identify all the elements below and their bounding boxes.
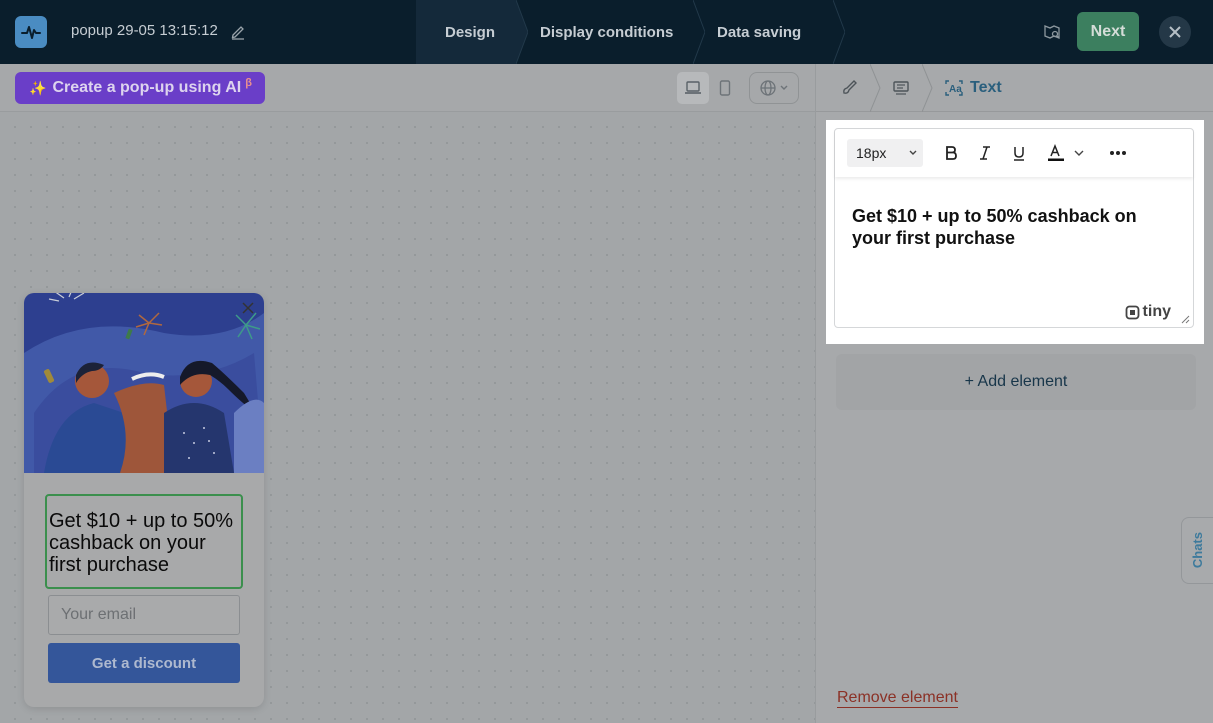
beta-badge: β xyxy=(245,77,252,89)
popup-title: popup 29-05 13:15:12 xyxy=(71,22,218,39)
text-icon: Aa xyxy=(945,80,963,96)
tab-design-label: Design xyxy=(445,23,496,41)
tab-data-saving-label: Data saving xyxy=(717,23,802,41)
tiny-logo[interactable]: tiny xyxy=(1125,303,1171,321)
svg-text:Aa: Aa xyxy=(949,84,962,95)
pencil-icon[interactable] xyxy=(230,24,246,40)
breadcrumb: Aa Text xyxy=(816,64,1213,112)
chats-label: Chats xyxy=(1190,532,1205,569)
mobile-icon[interactable] xyxy=(709,72,741,104)
brush-icon[interactable] xyxy=(840,64,858,112)
form-icon[interactable] xyxy=(892,64,910,112)
get-discount-button[interactable]: Get a discount xyxy=(48,643,240,683)
tiny-brand-label: tiny xyxy=(1142,303,1171,320)
font-size-select[interactable]: 18px xyxy=(847,139,923,167)
remove-element-link[interactable]: Remove element xyxy=(837,688,958,708)
tiny-icon xyxy=(1125,305,1139,319)
more-icon[interactable] xyxy=(1105,141,1131,165)
chats-tab[interactable]: Chats xyxy=(1181,517,1213,584)
sparkle-icon: ✨ xyxy=(29,79,47,96)
resize-icon[interactable] xyxy=(1181,315,1190,324)
language-select[interactable] xyxy=(749,72,799,104)
chevron-down-icon xyxy=(1074,150,1084,156)
italic-icon[interactable] xyxy=(973,141,997,165)
tab-design[interactable]: Design xyxy=(416,0,528,64)
editor-content[interactable]: Get $10 + up to 50% cashback on your fir… xyxy=(852,205,1172,249)
pulse-logo-icon[interactable] xyxy=(15,16,47,48)
breadcrumb-text[interactable]: Aa Text xyxy=(944,64,1002,112)
celebration-illustration xyxy=(24,293,264,473)
chevron-down-icon xyxy=(909,150,917,155)
preview-icon[interactable] xyxy=(1043,23,1061,41)
canvas-toolbar: ✨ Create a pop-up using AI β xyxy=(0,64,815,112)
tab-display-conditions-label: Display conditions xyxy=(540,23,674,41)
bold-icon[interactable] xyxy=(939,141,963,165)
email-field[interactable]: Your email xyxy=(48,595,240,635)
ai-button-label: Create a pop-up using AI xyxy=(52,79,242,96)
device-toggle xyxy=(677,72,743,104)
create-popup-ai-button[interactable]: ✨ Create a pop-up using AI β xyxy=(15,72,265,104)
text-color-icon[interactable] xyxy=(1043,141,1089,165)
font-size-value: 18px xyxy=(856,145,887,161)
next-button[interactable]: Next xyxy=(1077,12,1139,51)
design-canvas: ✨ Create a pop-up using AI β Get $10 + u… xyxy=(0,64,815,723)
top-bar: popup 29-05 13:15:12 Design Display cond… xyxy=(0,0,1213,64)
tab-display-conditions[interactable]: Display conditions xyxy=(516,0,705,64)
text-editor-wrapper: 18px Get $10 + up to 50% cashback on you… xyxy=(826,120,1204,344)
close-icon[interactable] xyxy=(241,301,255,315)
rich-text-editor[interactable]: 18px Get $10 + up to 50% cashback on you… xyxy=(834,128,1194,328)
globe-icon xyxy=(760,80,776,96)
popup-headline[interactable]: Get $10 + up to 50% cashback on your fir… xyxy=(45,494,243,589)
close-icon[interactable] xyxy=(1159,16,1191,48)
add-element-button[interactable]: + Add element xyxy=(836,354,1196,410)
laptop-icon[interactable] xyxy=(677,72,709,104)
settings-panel: Aa Text 18px Get $10 + up to 50% cashbac… xyxy=(815,64,1213,723)
wizard-steps: Design Display conditions Data saving xyxy=(416,0,845,64)
popup-preview[interactable]: Get $10 + up to 50% cashback on your fir… xyxy=(24,293,264,707)
breadcrumb-text-label: Text xyxy=(970,79,1002,96)
chevron-down-icon xyxy=(780,85,788,90)
underline-icon[interactable] xyxy=(1007,141,1031,165)
editor-toolbar: 18px xyxy=(835,129,1193,177)
tab-data-saving[interactable]: Data saving xyxy=(693,0,845,64)
